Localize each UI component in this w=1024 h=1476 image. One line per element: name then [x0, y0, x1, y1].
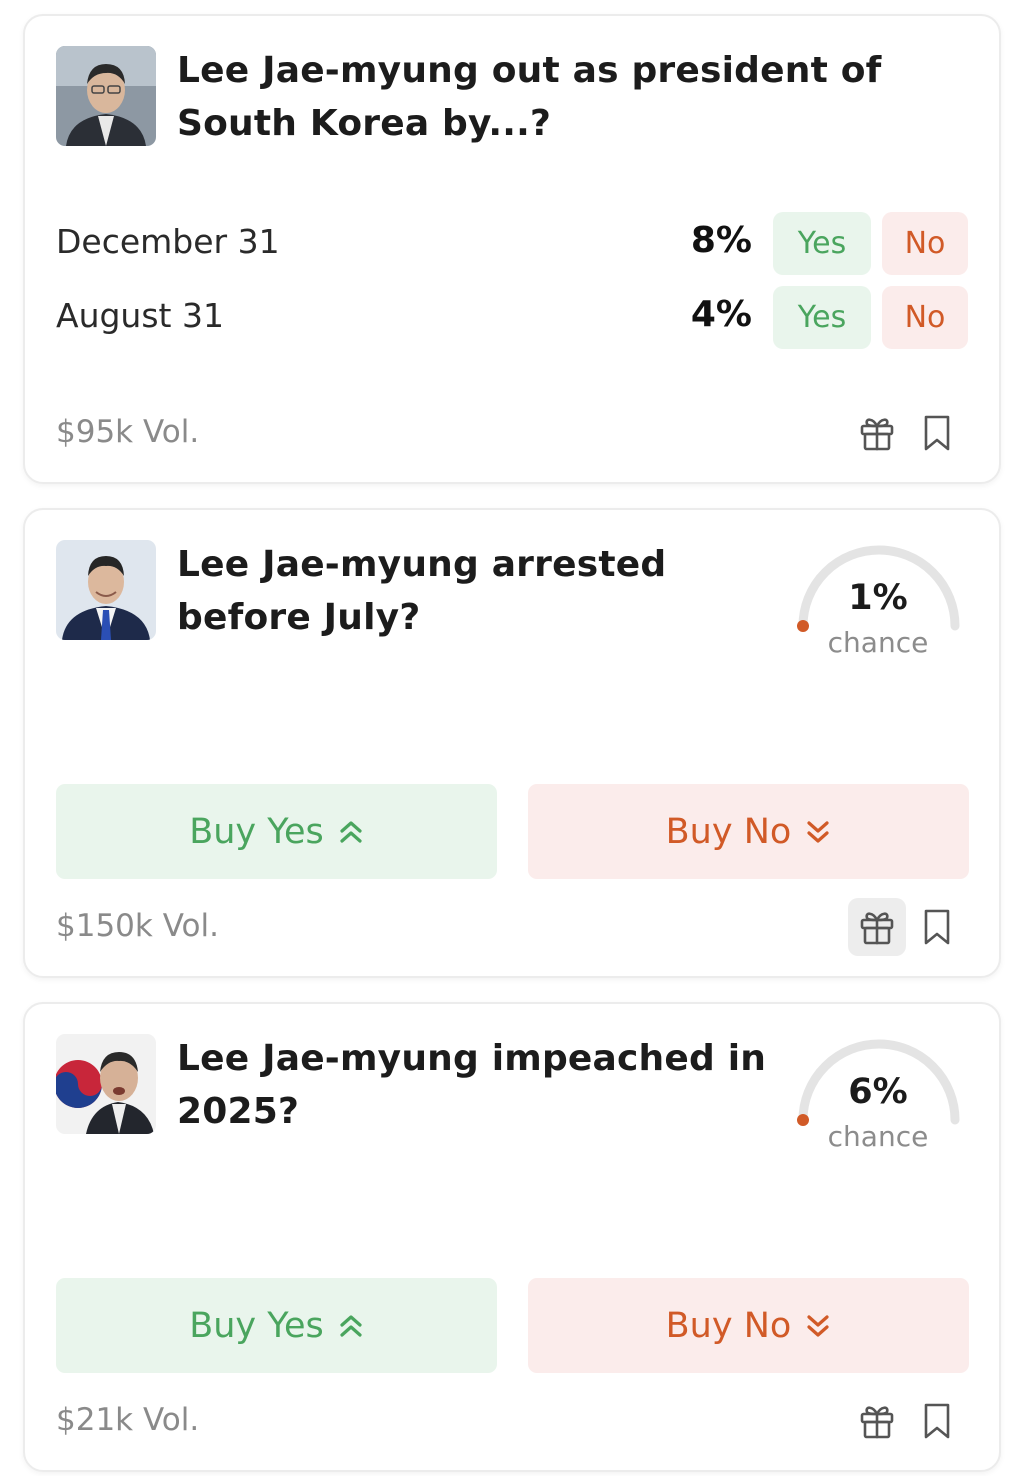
market-title[interactable]: Lee Jae-myung arrested before July?: [177, 538, 777, 644]
double-chevron-down-icon: [807, 820, 829, 843]
outcome-row-december: December 31 8% Yes No: [56, 212, 968, 275]
chance-percent: 6%: [848, 1072, 908, 1112]
card-footer: $21k Vol.: [56, 1392, 968, 1452]
market-title[interactable]: Lee Jae-myung impeached in 2025?: [177, 1032, 777, 1138]
outcome-percent: 8%: [690, 220, 752, 261]
outcome-no-button[interactable]: No: [882, 212, 968, 275]
card-footer: $95k Vol.: [56, 404, 968, 464]
gift-button[interactable]: [848, 404, 906, 462]
outcome-yes-button[interactable]: Yes: [773, 212, 871, 275]
buy-no-label: Buy No: [665, 1305, 792, 1346]
buy-yes-label: Buy Yes: [189, 1305, 324, 1346]
double-chevron-down-icon: [807, 1314, 829, 1337]
buy-buttons: Buy Yes Buy No: [25, 784, 999, 879]
gift-icon: [860, 912, 894, 945]
portrait-photo-with-flag-icon: [56, 1034, 156, 1134]
buy-yes-button[interactable]: Buy Yes: [56, 784, 497, 879]
market-title[interactable]: Lee Jae-myung out as president of South …: [177, 44, 957, 150]
market-thumbnail: [56, 1034, 156, 1134]
buy-buttons: Buy Yes Buy No: [25, 1278, 999, 1373]
buy-no-button[interactable]: Buy No: [528, 1278, 969, 1373]
volume-text: $95k Vol.: [56, 414, 200, 450]
chance-label: chance: [827, 626, 929, 659]
volume-text: $150k Vol.: [56, 908, 219, 944]
bookmark-button[interactable]: [908, 1392, 966, 1450]
market-thumbnail: [56, 540, 156, 640]
outcome-label: August 31: [56, 296, 224, 335]
gift-button[interactable]: [848, 1392, 906, 1450]
outcome-yes-button[interactable]: Yes: [773, 286, 871, 349]
chance-gauge: 6% chance: [795, 1028, 965, 1158]
double-chevron-up-icon: [340, 1314, 362, 1337]
double-chevron-up-icon: [340, 820, 362, 843]
chance-label: chance: [827, 1120, 929, 1153]
market-card-impeached[interactable]: Lee Jae-myung impeached in 2025? 6% chan…: [23, 1002, 1001, 1472]
volume-text: $21k Vol.: [56, 1402, 200, 1438]
market-card-arrested[interactable]: Lee Jae-myung arrested before July? 1% c…: [23, 508, 1001, 978]
bookmark-icon: [924, 1403, 950, 1439]
bookmark-button[interactable]: [908, 404, 966, 462]
card-footer: $150k Vol.: [56, 898, 968, 958]
portrait-photo-icon: [56, 46, 156, 146]
buy-no-button[interactable]: Buy No: [528, 784, 969, 879]
buy-yes-label: Buy Yes: [189, 811, 324, 852]
buy-no-label: Buy No: [665, 811, 792, 852]
market-thumbnail: [56, 46, 156, 146]
outcome-row-august: August 31 4% Yes No: [56, 286, 968, 349]
buy-yes-button[interactable]: Buy Yes: [56, 1278, 497, 1373]
outcome-no-button[interactable]: No: [882, 286, 968, 349]
bookmark-button[interactable]: [908, 898, 966, 956]
bookmark-icon: [924, 909, 950, 945]
gift-button[interactable]: [848, 898, 906, 956]
market-card-president-out[interactable]: Lee Jae-myung out as president of South …: [23, 14, 1001, 484]
gift-icon: [860, 418, 894, 451]
outcome-label: December 31: [56, 222, 280, 261]
chance-gauge: 1% chance: [795, 534, 965, 664]
portrait-photo-icon: [56, 540, 156, 640]
outcome-percent: 4%: [690, 294, 752, 335]
chance-percent: 1%: [848, 578, 908, 618]
gift-icon: [860, 1406, 894, 1439]
bookmark-icon: [924, 415, 950, 451]
